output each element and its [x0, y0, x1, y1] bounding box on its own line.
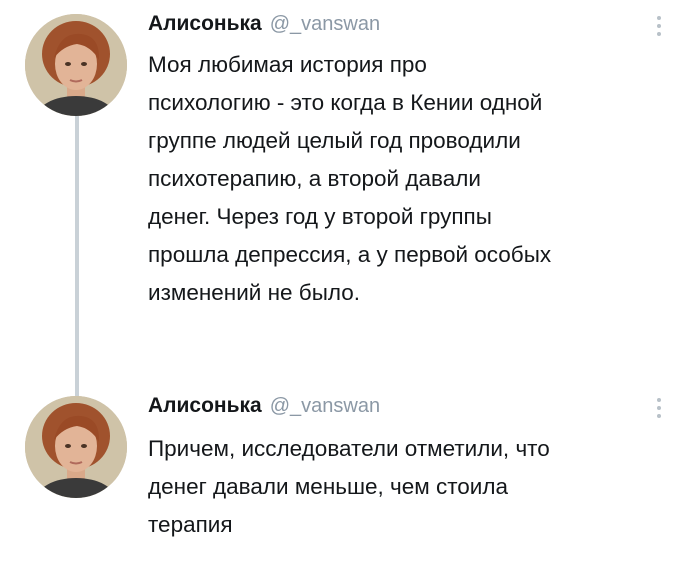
user-handle[interactable]: @_vanswan: [270, 13, 380, 36]
display-name[interactable]: Алисонька: [148, 394, 262, 418]
tweet[interactable]: Алисонька @_vanswan Причем, исследовател…: [0, 390, 700, 581]
tweet-text: Моя любимая история про психологию - это…: [148, 52, 552, 305]
display-name[interactable]: Алисонька: [148, 12, 262, 36]
vertical-ellipsis-icon[interactable]: [652, 398, 666, 426]
profile-photo-avatar-icon: [25, 14, 127, 116]
profile-photo-avatar-icon: [25, 396, 127, 498]
tweet[interactable]: Алисонька @_vanswan Моя любимая история …: [0, 0, 700, 390]
tweet-text: Причем, исследователи отметили, что дене…: [148, 436, 550, 537]
vertical-ellipsis-icon[interactable]: [652, 16, 666, 44]
tweet-header: Алисонька @_vanswan: [148, 12, 380, 44]
tweet-thread: Алисонька @_vanswan Моя любимая история …: [0, 0, 700, 581]
avatar[interactable]: [25, 396, 127, 498]
tweet-header: Алисонька @_vanswan: [148, 394, 380, 426]
user-handle[interactable]: @_vanswan: [270, 395, 380, 418]
avatar[interactable]: [25, 14, 127, 116]
